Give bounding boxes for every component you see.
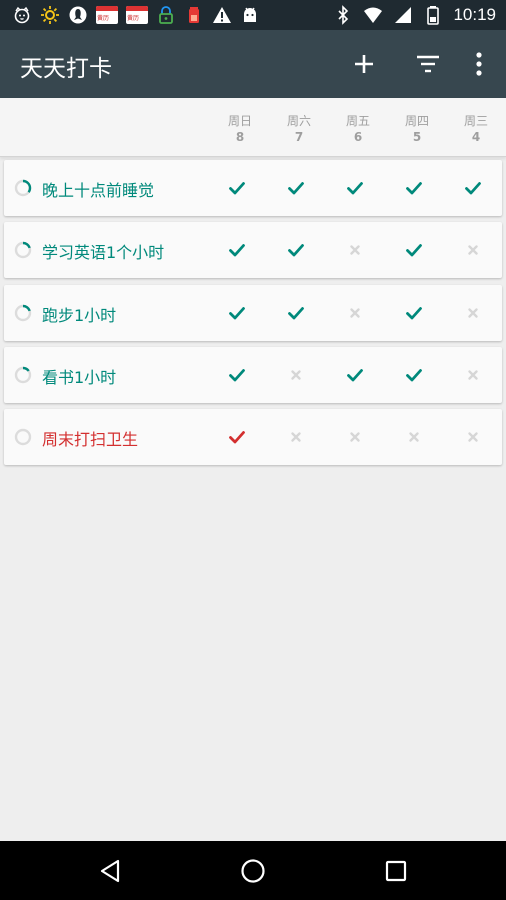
habit-row[interactable]: 跑步1小时 (4, 285, 502, 341)
day-date: 5 (412, 130, 422, 144)
cross-icon[interactable] (461, 238, 485, 262)
habit-name: 看书1小时 (42, 368, 117, 387)
home-button[interactable] (240, 858, 266, 884)
habit-name: 学习英语1个小时 (42, 243, 165, 262)
day-column-header: 周三 4 (454, 113, 498, 145)
cross-icon[interactable] (343, 238, 367, 262)
add-button[interactable] (350, 50, 378, 78)
habit-score-ring-icon (14, 428, 32, 446)
cross-icon[interactable] (461, 301, 485, 325)
checkmark-icon[interactable] (225, 301, 249, 325)
qq-icon (68, 5, 88, 25)
day-date: 4 (471, 130, 481, 144)
habit-name: 周末打扫卫生 (42, 430, 139, 449)
habit-name: 晚上十点前睡觉 (42, 181, 155, 200)
battery-app-icon (184, 5, 204, 25)
filter-icon (414, 50, 442, 78)
day-header: 周日 8 周六 7 周五 6 周四 5 周三 4 (0, 98, 506, 157)
calendar-icon: 黄历 (96, 6, 118, 24)
habit-row[interactable]: 晚上十点前睡觉 (4, 160, 502, 216)
day-column-header: 周五 6 (336, 113, 380, 145)
navigation-bar (0, 841, 506, 900)
bluetooth-icon (333, 5, 353, 25)
checkmark-icon[interactable] (225, 425, 249, 449)
checkmark-icon[interactable] (284, 176, 308, 200)
day-date: 6 (353, 130, 363, 144)
checkmark-icon[interactable] (402, 238, 426, 262)
wifi-icon (363, 5, 383, 25)
cellular-icon (393, 5, 413, 25)
habit-score-ring-icon (14, 241, 32, 259)
habit-score-ring-icon (14, 179, 32, 197)
day-name: 周四 (404, 114, 429, 128)
cross-icon[interactable] (402, 425, 426, 449)
cross-icon[interactable] (284, 363, 308, 387)
cross-icon[interactable] (461, 425, 485, 449)
habit-row[interactable]: 学习英语1个小时 (4, 222, 502, 278)
day-date: 7 (294, 130, 304, 144)
recents-icon (383, 858, 409, 884)
checkmark-icon[interactable] (402, 363, 426, 387)
habit-row[interactable]: 周末打扫卫生 (4, 409, 502, 465)
habit-row[interactable]: 看书1小时 (4, 347, 502, 403)
android-icon (240, 5, 260, 25)
checkmark-icon[interactable] (343, 363, 367, 387)
checkmark-icon[interactable] (225, 238, 249, 262)
cross-icon[interactable] (284, 425, 308, 449)
habit-score-ring-icon (14, 366, 32, 384)
recents-button[interactable] (383, 858, 409, 884)
lock-icon (156, 5, 176, 25)
checkmark-icon[interactable] (225, 176, 249, 200)
overflow-menu-icon (465, 50, 493, 78)
warning-icon (212, 5, 232, 25)
checkmark-icon[interactable] (461, 176, 485, 200)
calendar-icon: 黄历 (126, 6, 148, 24)
day-column-header: 周日 8 (218, 113, 262, 145)
cross-icon[interactable] (343, 425, 367, 449)
day-column-header: 周六 7 (277, 113, 321, 145)
day-date: 8 (235, 130, 245, 144)
cross-icon[interactable] (461, 363, 485, 387)
day-name: 周三 (463, 114, 488, 128)
clock: 10:19 (453, 5, 496, 24)
add-icon (350, 50, 378, 78)
day-name: 周六 (286, 114, 311, 128)
habit-score-ring-icon (14, 304, 32, 322)
checkmark-icon[interactable] (225, 363, 249, 387)
habit-name: 跑步1小时 (42, 306, 117, 325)
home-icon (240, 858, 266, 884)
cat-face-icon (12, 5, 32, 25)
back-button[interactable] (98, 858, 124, 884)
checkmark-icon[interactable] (343, 176, 367, 200)
filter-button[interactable] (414, 50, 442, 78)
checkmark-icon[interactable] (402, 301, 426, 325)
day-column-header: 周四 5 (395, 113, 439, 145)
app-title: 天天打卡 (20, 56, 112, 82)
status-bar: 黄历 黄历 10:19 (0, 0, 506, 30)
overflow-menu-button[interactable] (465, 50, 493, 78)
cross-icon[interactable] (343, 301, 367, 325)
sun-icon (40, 5, 60, 25)
app-bar: 天天打卡 (0, 30, 506, 98)
battery-icon (423, 5, 443, 25)
checkmark-icon[interactable] (284, 301, 308, 325)
checkmark-icon[interactable] (284, 238, 308, 262)
checkmark-icon[interactable] (402, 176, 426, 200)
day-name: 周五 (345, 114, 370, 128)
back-icon (98, 858, 124, 884)
day-name: 周日 (227, 114, 252, 128)
